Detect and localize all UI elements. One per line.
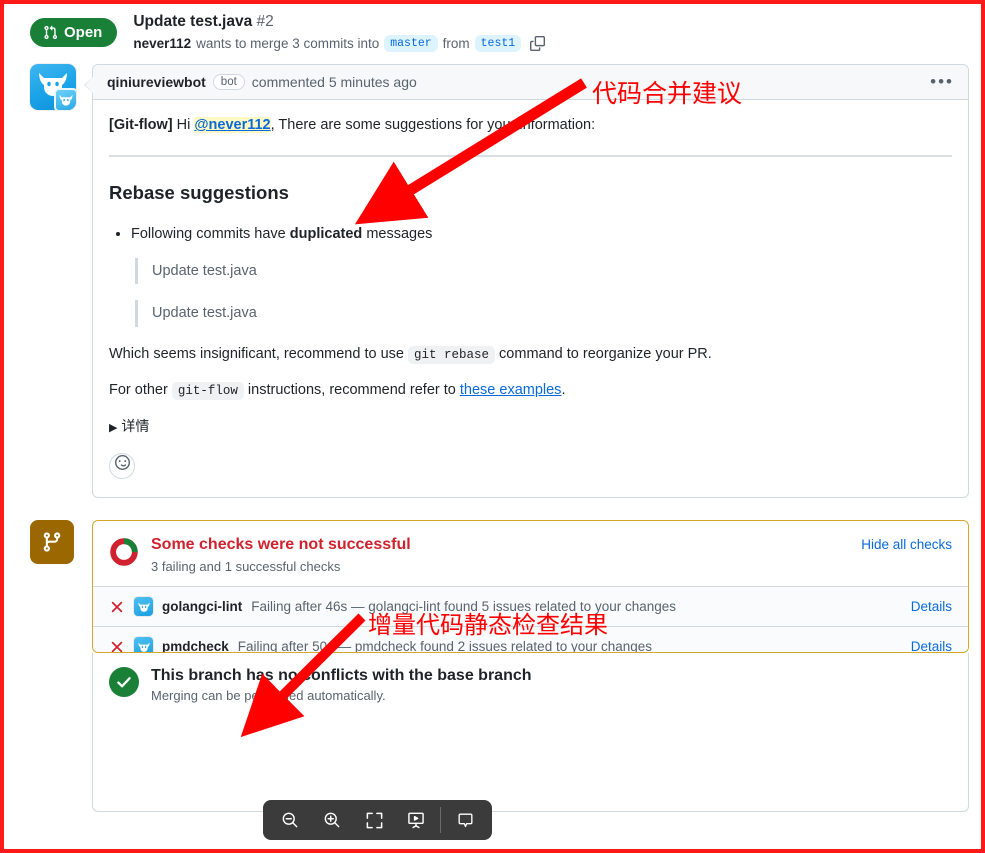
para3-mid: instructions, recommend refer to <box>247 382 456 399</box>
page-title: Update test.java #2 <box>133 12 545 32</box>
pr-title-block: Update test.java #2 never112 wants to me… <box>133 12 546 53</box>
merge-subtitle: Merging can be performed automatically. <box>151 687 386 703</box>
gitflow-paragraph: For other git-flow instructions, recomme… <box>109 379 952 401</box>
timeline: qiniureviewbot bot commented 5 minutes a… <box>4 64 981 813</box>
pr-subtitle: never112 wants to merge 3 commits into m… <box>133 35 546 53</box>
base-branch-chip[interactable]: master <box>384 35 438 53</box>
merge-text-2: from <box>442 36 470 52</box>
intro-hi: Hi <box>176 117 191 134</box>
qiniu-bot-avatar <box>134 597 153 617</box>
inline-code-git-rebase: git rebase <box>408 345 496 364</box>
timeline-checks-item: Some checks were not successful 3 failin… <box>30 520 969 813</box>
section-heading: Rebase suggestions <box>109 181 289 203</box>
avatar-column <box>30 64 76 498</box>
x-icon <box>109 600 125 614</box>
checks-summary: Some checks were not successful 3 failin… <box>93 521 968 586</box>
bullet-pre: Following commits have <box>131 226 286 243</box>
comment-intro-paragraph: [Git-flow] Hi @never112, There are some … <box>109 114 952 136</box>
check-details-link[interactable]: Details <box>911 599 952 614</box>
comment-author[interactable]: qiniureviewbot <box>107 74 206 90</box>
comment-timestamp: commented 5 minutes ago <box>251 74 417 91</box>
list-item: Following commits have duplicated messag… <box>131 223 952 245</box>
divider <box>109 154 952 157</box>
toolbar-divider <box>440 807 441 833</box>
qiniu-bot-avatar <box>134 637 153 652</box>
fullscreen-icon[interactable] <box>353 800 395 840</box>
status-badge-label: Open <box>64 23 103 41</box>
intro-rest: , There are some suggestions for your in… <box>270 117 596 134</box>
commit-quote: Update test.java <box>135 300 952 327</box>
check-name[interactable]: pmdcheck <box>162 639 229 652</box>
emoji-smiley-icon <box>114 455 130 477</box>
these-examples-link[interactable]: these examples <box>460 382 562 398</box>
check-description: Failing after 46s — golangci-lint found … <box>251 599 676 615</box>
timeline-comment-item: qiniureviewbot bot commented 5 minutes a… <box>30 64 969 499</box>
table-row[interactable]: golangci-lint Failing after 46s — golang… <box>93 586 968 627</box>
checks-title: Some checks were not successful <box>151 536 411 554</box>
donut-chart-icon <box>109 537 139 567</box>
bullet-post: messages <box>366 226 433 243</box>
checks-summary-text: Some checks were not successful 3 failin… <box>151 535 411 574</box>
para2-pre: Which seems insignificant, recommend to … <box>109 345 404 362</box>
comment-body: [Git-flow] Hi @never112, There are some … <box>93 100 968 497</box>
bot-badge: bot <box>212 74 245 91</box>
pr-number: #2 <box>256 13 274 30</box>
checks-icon-column <box>30 520 76 812</box>
add-reaction-button[interactable] <box>109 453 135 480</box>
copy-icon[interactable] <box>530 36 546 52</box>
head-branch-chip[interactable]: test1 <box>474 35 522 53</box>
present-icon[interactable] <box>395 800 437 840</box>
merge-status-panel: This branch has no conflicts with the ba… <box>92 652 969 813</box>
x-icon <box>109 640 125 652</box>
pr-title-text: Update test.java <box>133 13 253 30</box>
bullet-bold: duplicated <box>289 226 363 243</box>
check-name[interactable]: golangci-lint <box>162 599 242 614</box>
floating-toolbar[interactable] <box>263 800 492 840</box>
commit-quote: Update test.java <box>135 257 952 285</box>
avatar[interactable] <box>30 64 76 111</box>
comment-icon[interactable] <box>444 800 486 840</box>
para3-end: . <box>561 382 566 399</box>
status-badge[interactable]: Open <box>30 17 118 47</box>
comment-box: qiniureviewbot bot commented 5 minutes a… <box>84 64 969 499</box>
suggestion-list: Following commits have duplicated messag… <box>109 223 952 245</box>
details-disclosure[interactable]: ▶ 详情 <box>109 416 952 438</box>
kebab-menu-icon[interactable]: ••• <box>930 73 954 89</box>
qiniu-bull-small-icon <box>54 88 76 111</box>
checks-panel: Some checks were not successful 3 failin… <box>92 520 969 653</box>
pr-header: Open Update test.java #2 never112 wants … <box>4 4 981 64</box>
details-label: 详情 <box>121 417 150 434</box>
check-circle-icon <box>109 666 139 697</box>
inline-code-git-flow: git-flow <box>171 382 244 401</box>
merge-text-1: wants to merge 3 commits into <box>196 36 380 52</box>
rebase-paragraph: Which seems insignificant, recommend to … <box>109 343 952 365</box>
git-branch-icon <box>30 520 74 565</box>
merge-status-text: This branch has no conflicts with the ba… <box>151 667 532 703</box>
comment-header: qiniureviewbot bot commented 5 minutes a… <box>93 65 968 101</box>
table-row[interactable]: pmdcheck Failing after 50s — pmdcheck fo… <box>93 626 968 653</box>
chevron-right-icon: ▶ <box>109 421 118 434</box>
para3-pre: For other <box>109 382 168 399</box>
mention-link[interactable]: @never112 <box>194 117 271 134</box>
pr-author[interactable]: never112 <box>133 36 191 51</box>
check-details-link[interactable]: Details <box>911 639 952 652</box>
checks-subtitle: 3 failing and 1 successful checks <box>151 559 341 575</box>
check-description: Failing after 50s — pmdcheck found 2 iss… <box>237 639 653 653</box>
intro-prefix: [Git-flow] <box>109 117 173 134</box>
merge-title: This branch has no conflicts with the ba… <box>151 666 532 684</box>
para2-post: command to reorganize your PR. <box>499 345 712 362</box>
pull-request-icon <box>43 25 58 40</box>
hide-all-checks-link[interactable]: Hide all checks <box>861 535 952 552</box>
zoom-out-icon[interactable] <box>269 800 311 840</box>
zoom-in-icon[interactable] <box>311 800 353 840</box>
